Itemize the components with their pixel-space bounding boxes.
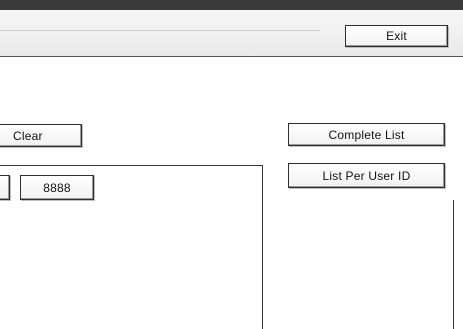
user-id-button-partial[interactable] [0,175,10,200]
header-divider [0,30,320,31]
user-id-button[interactable]: 8888 [20,175,94,200]
clear-button[interactable]: Clear [0,124,82,147]
complete-list-button[interactable]: Complete List [288,123,445,146]
list-per-user-id-button[interactable]: List Per User ID [288,163,445,188]
exit-button[interactable]: Exit [345,25,448,47]
right-panel-edge [453,200,463,329]
window-top-bar [0,0,463,10]
